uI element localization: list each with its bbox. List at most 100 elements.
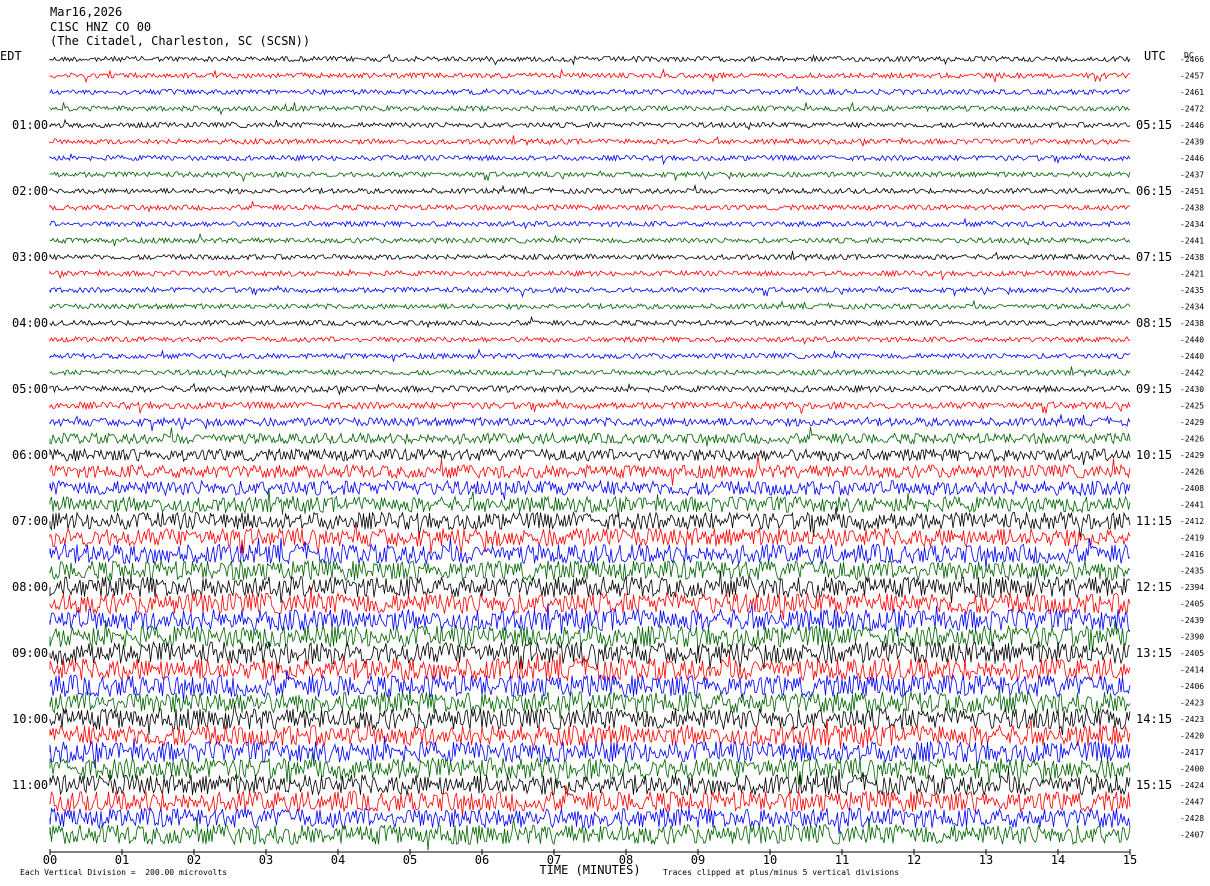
dc-offset-label: -2426 (1180, 435, 1204, 444)
dc-offset-label: -2425 (1180, 402, 1204, 411)
dc-offset-label: -2424 (1180, 781, 1204, 790)
x-tick-label: 10 (763, 853, 777, 867)
left-hour-label: 01:00 (12, 118, 48, 132)
dc-offset-label: -2441 (1180, 237, 1204, 246)
dc-offset-label: -2437 (1180, 171, 1204, 180)
dc-offset-label: -2405 (1180, 600, 1204, 609)
right-hour-labels: 05:15 06:15 07:15 08:15 09:15 10:15 11:15 12:15… (1136, 118, 1172, 792)
seismic-trace (49, 152, 1131, 166)
left-hour-label: 08:00 (12, 580, 48, 594)
seismic-trace (49, 398, 1131, 414)
seismic-trace (49, 479, 1131, 501)
dc-offset-label: -2446 (1180, 154, 1204, 163)
right-hour-label: 10:15 (1136, 448, 1172, 462)
right-hour-label: 09:15 (1136, 382, 1172, 396)
seismic-trace (49, 135, 1131, 148)
x-tick-label: 04 (331, 853, 345, 867)
dc-offset-label: -2423 (1180, 699, 1204, 708)
left-timezone-label: EDT (0, 49, 22, 63)
dc-offset-label: -2419 (1180, 534, 1204, 543)
seismic-trace (49, 620, 1131, 653)
seismic-trace (49, 559, 1131, 582)
dc-offset-label: -2446 (1180, 121, 1204, 130)
dc-offset-label: -2438 (1180, 253, 1204, 262)
seismic-trace (49, 315, 1131, 329)
dc-offset-label: -2412 (1180, 517, 1204, 526)
dc-offset-label: -2435 (1180, 286, 1204, 295)
dc-offset-label: -2438 (1180, 204, 1204, 213)
dc-offset-label: -2434 (1180, 303, 1204, 312)
dc-offset-label: -2435 (1180, 567, 1204, 576)
left-hour-label: 06:00 (12, 448, 48, 462)
seismic-trace (49, 268, 1131, 281)
seismic-trace (49, 669, 1131, 703)
seismic-trace (49, 118, 1131, 131)
seismic-trace (49, 488, 1131, 518)
right-hour-label: 08:15 (1136, 316, 1172, 330)
seismic-trace (49, 807, 1131, 835)
right-hour-label: 14:15 (1136, 712, 1172, 726)
seismic-trace (49, 382, 1131, 396)
dc-offset-label: -2442 (1180, 369, 1204, 378)
seismic-trace (49, 525, 1131, 554)
right-hour-label: 13:15 (1136, 646, 1172, 660)
helicorder-plot: 00 01 02 03 04 05 06 07 08 09 10 11 12 13 14 15 EDT UTC… (0, 49, 1204, 877)
dc-offset-label: -2417 (1180, 748, 1204, 757)
right-hour-label: 15:15 (1136, 778, 1172, 792)
dc-offset-label: -2429 (1180, 451, 1204, 460)
dc-offset-label: -2434 (1180, 220, 1204, 229)
seismic-trace (49, 455, 1131, 486)
left-hour-label: 03:00 (12, 250, 48, 264)
x-tick-label: 13 (979, 853, 993, 867)
seismic-trace (49, 335, 1131, 346)
seismic-trace (49, 85, 1131, 96)
seismic-trace (49, 768, 1131, 797)
dc-offset-label: -2438 (1180, 319, 1204, 328)
seismic-trace (49, 217, 1131, 230)
dc-offset-label: -2429 (1180, 418, 1204, 427)
dc-offset-label: -2430 (1180, 385, 1204, 394)
seismic-trace (49, 284, 1131, 298)
dc-offset-label: -2407 (1180, 831, 1204, 840)
trace-group (49, 53, 1131, 851)
left-hour-labels: 01:00 02:00 03:00 04:00 05:00 06:00 07:00 08:00… (12, 118, 48, 792)
x-tick-label: 00 (43, 853, 57, 867)
dc-offset-label: -2406 (1180, 682, 1204, 691)
dc-offset-label: -2394 (1180, 583, 1204, 592)
right-hour-label: 05:15 (1136, 118, 1172, 132)
right-hour-label: 12:15 (1136, 580, 1172, 594)
dc-offset-label: -2390 (1180, 633, 1204, 642)
x-tick-label: 14 (1051, 853, 1065, 867)
right-hour-label: 07:15 (1136, 250, 1172, 264)
seismic-trace (49, 426, 1131, 447)
right-hour-label: 06:15 (1136, 184, 1172, 198)
seismic-trace (49, 719, 1131, 749)
x-tick-label: 06 (475, 853, 489, 867)
dc-offset-label: -2428 (1180, 814, 1204, 823)
right-timezone-label: UTC (1144, 49, 1166, 63)
left-hour-label: 10:00 (12, 712, 48, 726)
seismic-trace (49, 183, 1131, 195)
dc-offset-label: -2416 (1180, 550, 1204, 559)
dc-offset-label: -2439 (1180, 616, 1204, 625)
x-tick-label: 01 (115, 853, 129, 867)
dc-offset-label: -2408 (1180, 484, 1204, 493)
seismic-trace (49, 653, 1131, 682)
dc-offset-label: -2440 (1180, 352, 1204, 361)
dc-offset-label: -2405 (1180, 649, 1204, 658)
x-tick-label: 02 (187, 853, 201, 867)
x-axis-label: TIME (MINUTES) (539, 863, 640, 877)
dc-offset-label: -2466 (1180, 55, 1204, 64)
x-tick-label: 12 (907, 853, 921, 867)
x-tick-label: 15 (1123, 853, 1137, 867)
seismic-trace (49, 366, 1131, 378)
seismic-trace (49, 53, 1131, 66)
dc-offset-labels: -2466 -2457 -2461 -2472 -2446 -2439 -2446 -2437… (1180, 55, 1204, 840)
dc-offset-label: -2441 (1180, 501, 1204, 510)
x-tick-label: 11 (835, 853, 849, 867)
seismic-trace (49, 299, 1131, 311)
x-tick-label: 03 (259, 853, 273, 867)
dc-offset-label: -2421 (1180, 270, 1204, 279)
dc-offset-label: -2414 (1180, 666, 1204, 675)
dc-offset-label: -2439 (1180, 138, 1204, 147)
